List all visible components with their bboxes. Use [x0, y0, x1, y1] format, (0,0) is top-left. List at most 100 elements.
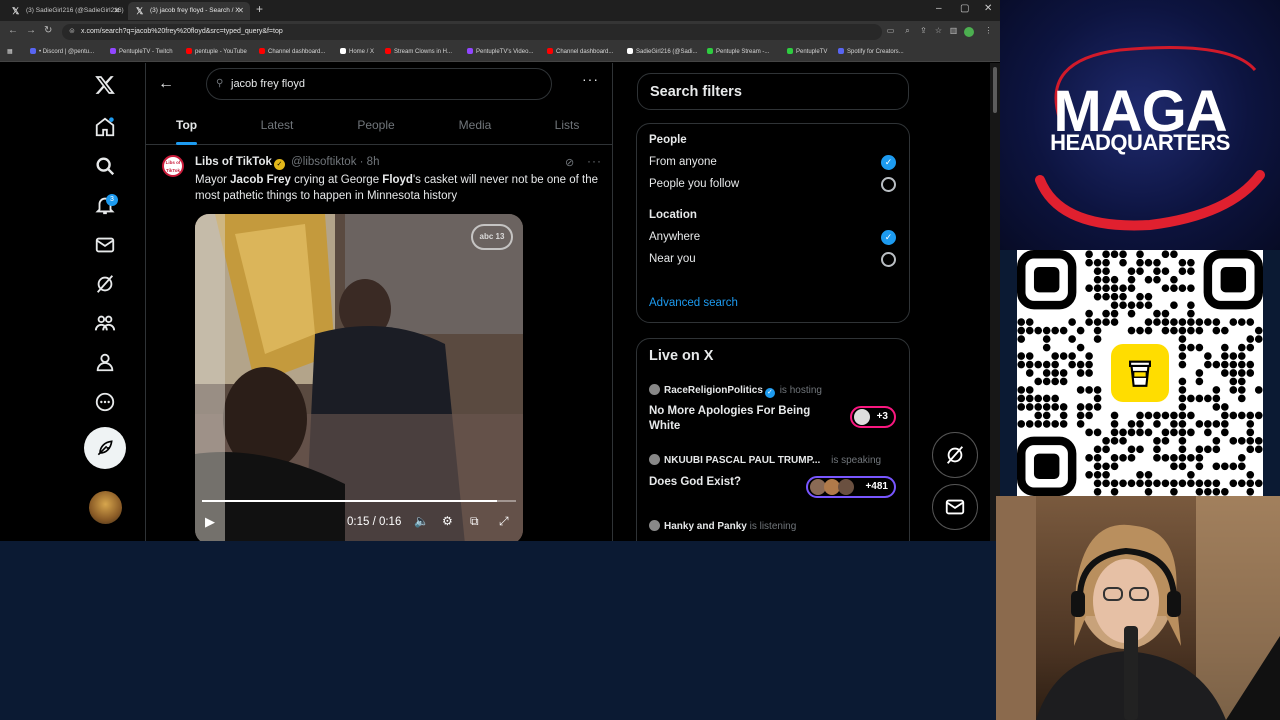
notification-badge: 3: [106, 194, 118, 206]
play-icon[interactable]: ▶: [205, 514, 215, 530]
tab-people[interactable]: People: [357, 105, 395, 145]
new-tab-button[interactable]: +: [256, 2, 263, 16]
bookmark-label: Channel dashboard...: [556, 49, 614, 55]
filter-people-you-follow[interactable]: People you follow: [649, 178, 739, 190]
filter-anywhere[interactable]: Anywhere: [649, 231, 700, 243]
page-scrollbar[interactable]: [990, 63, 1000, 541]
bookmark-item[interactable]: PentupleTV's Video...: [467, 48, 533, 55]
live-on-x-panel: [636, 338, 910, 541]
search-filters-panel: [636, 123, 910, 323]
bookmark-item[interactable]: Home / X: [340, 48, 374, 55]
fullscreen-icon[interactable]: ⤢: [499, 514, 509, 529]
forward-icon[interactable]: →: [26, 25, 36, 36]
tab-media[interactable]: Media: [458, 105, 492, 145]
profile-avatar[interactable]: [964, 27, 974, 37]
volume-icon[interactable]: 🔈: [414, 514, 429, 528]
bookmark-star-icon[interactable]: ☆: [934, 26, 943, 35]
space-topic[interactable]: Does God Exist?: [649, 475, 819, 490]
tab-label: Media: [458, 118, 492, 132]
bookmark-item[interactable]: Channel dashboard...: [547, 48, 613, 55]
cast-icon[interactable]: ▭: [886, 26, 895, 35]
text-part: Mayor: [195, 174, 231, 186]
tab-search[interactable]: 𝕏 (3) jacob frey floyd - Search / X ✕: [128, 2, 250, 20]
mail-icon: [945, 499, 965, 515]
scrollbar-thumb[interactable]: [993, 67, 997, 113]
tweet-header: Libs of TikTok ✓ @libsoftiktok · 8h: [195, 156, 379, 170]
address-bar[interactable]: ⊜ x.com/search?q=jacob%20frey%20floyd&sr…: [62, 24, 882, 40]
url-text: x.com/search?q=jacob%20frey%20floyd&src=…: [81, 28, 283, 35]
bookmark-item[interactable]: PentupleTV - Twitch: [110, 48, 173, 55]
grok-fab-button[interactable]: [932, 432, 978, 478]
bookmark-item[interactable]: Pentuple Stream -...: [707, 48, 769, 55]
apps-icon[interactable]: ▦: [7, 48, 13, 55]
more-options-icon[interactable]: ···: [582, 71, 599, 87]
tab-sadiegirl[interactable]: 𝕏 (3) SadieGirl216 (@SadieGirl216) ✕: [4, 2, 126, 20]
radio-near-you[interactable]: [881, 252, 896, 267]
filter-near-you[interactable]: Near you: [649, 253, 696, 265]
space-host[interactable]: RaceReligionPolitics ✓ is hosting: [649, 384, 822, 398]
search-results-column: ← ⚲ jacob frey floyd ··· Top Latest Peop…: [145, 63, 613, 541]
bookmark-label: PentupleTV: [796, 49, 828, 55]
space-topic[interactable]: No More Apologies For Being White: [649, 404, 819, 434]
filter-from-anyone[interactable]: From anyone: [649, 156, 717, 168]
close-tab-icon[interactable]: ✕: [113, 2, 120, 20]
messages-fab-button[interactable]: [932, 484, 978, 530]
radio-people-you-follow[interactable]: [881, 177, 896, 192]
communities-icon[interactable]: [93, 311, 117, 335]
space-host[interactable]: NKUUBI PASCAL PAUL TRUMP... is speaking: [649, 454, 881, 466]
menu-icon[interactable]: ⋮: [984, 26, 993, 35]
tweet-more-icon[interactable]: ···: [587, 154, 602, 168]
bookmark-item[interactable]: Channel dashboard...: [259, 48, 325, 55]
bookmark-favicon-icon: [467, 48, 473, 54]
post-button[interactable]: [84, 427, 126, 469]
search-input[interactable]: ⚲ jacob frey floyd: [206, 68, 552, 100]
reload-icon[interactable]: ↻: [44, 25, 52, 36]
minimize-icon[interactable]: –: [936, 3, 942, 14]
messages-icon[interactable]: [93, 233, 117, 257]
maximize-icon[interactable]: ▢: [960, 3, 969, 14]
tweet[interactable]: Libs of TikTok Libs of TikTok ✓ @libsofti…: [146, 145, 612, 541]
tab-lists[interactable]: Lists: [554, 105, 580, 145]
bookmark-item[interactable]: Spotify for Creators...: [838, 48, 904, 55]
grok-explain-icon[interactable]: ⊘: [565, 156, 574, 169]
site-info-icon[interactable]: ⊜: [69, 24, 75, 40]
radio-from-anyone[interactable]: ✓: [881, 155, 896, 170]
highlighted-term: Jacob Frey: [230, 174, 291, 186]
space-listeners-pill[interactable]: +3: [850, 406, 896, 428]
share-icon[interactable]: ⇪: [919, 26, 928, 35]
author-name[interactable]: Libs of TikTok: [195, 156, 272, 168]
back-icon[interactable]: ←: [8, 25, 18, 36]
advanced-search-link[interactable]: Advanced search: [649, 297, 738, 309]
tab-latest[interactable]: Latest: [259, 105, 295, 145]
radio-anywhere[interactable]: ✓: [881, 230, 896, 245]
home-icon[interactable]: [93, 115, 117, 139]
live-title: Live on X: [649, 348, 714, 364]
video-progress-bar[interactable]: [202, 500, 516, 502]
bookmark-item[interactable]: SadieGirl216 (@Sadi...: [627, 48, 697, 55]
account-avatar[interactable]: [89, 491, 122, 524]
search-icon[interactable]: [93, 154, 117, 178]
bookmark-item[interactable]: PentupleTV: [787, 48, 827, 55]
grok-icon[interactable]: [93, 272, 117, 296]
more-icon[interactable]: [93, 390, 117, 414]
back-arrow-icon[interactable]: ←: [158, 75, 174, 93]
close-tab-icon[interactable]: ✕: [237, 2, 244, 20]
zoom-icon[interactable]: ⌕: [903, 26, 912, 35]
settings-gear-icon[interactable]: ⚙: [442, 514, 453, 528]
bookmark-item[interactable]: pentuple - YouTube: [186, 48, 247, 55]
x-logo-icon[interactable]: [93, 73, 117, 97]
picture-in-picture-icon[interactable]: ⧉: [470, 514, 479, 529]
author-handle-time[interactable]: @libsoftiktok · 8h: [291, 156, 379, 168]
close-window-icon[interactable]: ✕: [984, 3, 992, 14]
tweet-video[interactable]: abc 13 ▶ 0:15 / 0:16 🔈 ⚙ ⧉ ⤢: [195, 214, 523, 541]
sidebar-icon[interactable]: ▥: [949, 26, 958, 35]
tweet-avatar[interactable]: Libs of TikTok: [162, 155, 184, 177]
space-host[interactable]: Hanky and Panky is listening: [649, 520, 796, 532]
tab-top[interactable]: Top: [176, 105, 197, 145]
bookmark-item[interactable]: Stream Clowns in H...: [385, 48, 452, 55]
bookmark-item[interactable]: • Discord | @pentu...: [30, 48, 94, 55]
profile-icon[interactable]: [93, 350, 117, 374]
search-query: jacob frey floyd: [231, 78, 305, 90]
listener-count: +481: [865, 481, 888, 492]
space-listeners-pill[interactable]: +481: [806, 476, 896, 498]
